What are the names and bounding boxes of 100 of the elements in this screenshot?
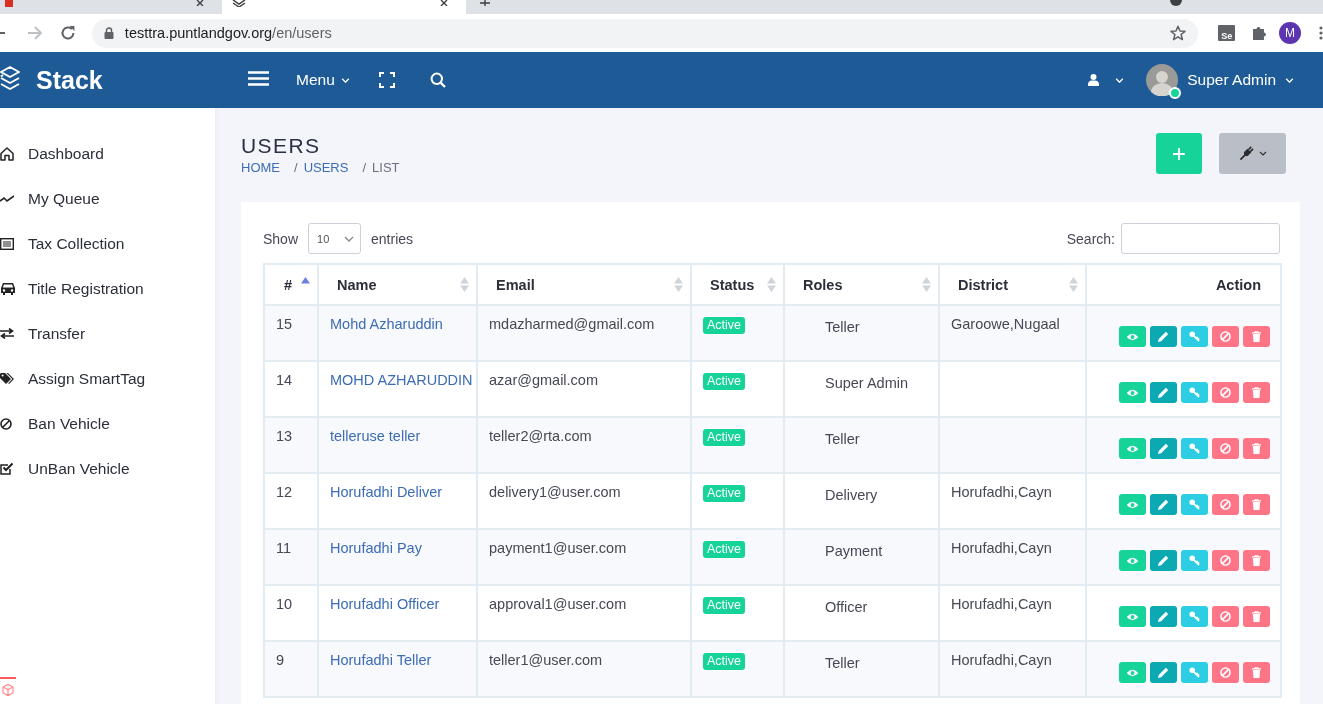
- ban-button[interactable]: [1212, 550, 1239, 571]
- delete-button[interactable]: [1243, 550, 1270, 571]
- eye-icon: [1126, 556, 1139, 565]
- key-button[interactable]: [1181, 494, 1208, 515]
- column-header[interactable]: Name: [337, 276, 377, 293]
- menu-icon[interactable]: [248, 70, 269, 86]
- delete-button[interactable]: [1243, 438, 1270, 459]
- page-size-select[interactable]: 10: [308, 223, 362, 254]
- pencil-icon: [1158, 667, 1169, 678]
- cube-icon[interactable]: [0, 677, 16, 704]
- edit-button[interactable]: [1150, 606, 1177, 627]
- column-header[interactable]: #: [284, 276, 293, 293]
- sidebar-item[interactable]: Title Registration: [0, 266, 215, 311]
- column-header[interactable]: Email: [496, 276, 535, 293]
- extension-icon[interactable]: Se: [1218, 25, 1236, 41]
- view-button[interactable]: [1119, 606, 1146, 627]
- user-profile-button[interactable]: Super Admin: [1146, 64, 1294, 96]
- home-icon: [0, 146, 14, 161]
- sidebar-item[interactable]: Dashboard: [0, 131, 215, 176]
- breadcrumb-link[interactable]: HOME: [241, 159, 280, 176]
- lock-icon: [103, 27, 114, 39]
- search-icon[interactable]: [429, 72, 446, 88]
- key-button[interactable]: [1181, 550, 1208, 571]
- forward-arrow-icon[interactable]: [27, 25, 43, 41]
- sidebar-item[interactable]: Assign SmartTag: [0, 356, 215, 401]
- sort-icon[interactable]: [1069, 277, 1078, 292]
- add-button[interactable]: [1156, 133, 1202, 174]
- edit-button[interactable]: [1150, 550, 1177, 571]
- edit-button[interactable]: [1150, 326, 1177, 347]
- sort-icon[interactable]: [674, 277, 683, 292]
- user-name-link[interactable]: Horufadhi Officer: [330, 596, 440, 612]
- edit-button[interactable]: [1150, 662, 1177, 683]
- view-button[interactable]: [1119, 662, 1146, 683]
- sidebar-item[interactable]: Transfer: [0, 311, 215, 356]
- ban-button[interactable]: [1212, 662, 1239, 683]
- sort-icon[interactable]: [922, 277, 931, 292]
- delete-button[interactable]: [1243, 494, 1270, 515]
- key-button[interactable]: [1181, 438, 1208, 459]
- address-bar[interactable]: testtra.puntlandgov.org/en/users: [91, 18, 1199, 48]
- more-icon[interactable]: [1319, 25, 1323, 41]
- eye-icon: [1126, 668, 1139, 677]
- edit-button[interactable]: [1150, 382, 1177, 403]
- sort-icon[interactable]: [460, 277, 469, 292]
- sort-icon[interactable]: [767, 277, 776, 292]
- delete-button[interactable]: [1243, 606, 1270, 627]
- sidebar-item[interactable]: My Queue: [0, 176, 215, 221]
- key-icon: [1189, 499, 1200, 510]
- reload-icon[interactable]: [59, 25, 76, 41]
- sidebar-item[interactable]: Tax Collection: [0, 221, 215, 266]
- key-button[interactable]: [1181, 382, 1208, 403]
- plug-dropdown-button[interactable]: [1219, 133, 1286, 174]
- user-name-link[interactable]: Horufadhi Teller: [330, 652, 432, 668]
- edit-button[interactable]: [1150, 494, 1177, 515]
- delete-button[interactable]: [1243, 662, 1270, 683]
- ban-button[interactable]: [1212, 494, 1239, 515]
- account-dropdown[interactable]: [1088, 74, 1125, 86]
- key-icon: [1189, 667, 1200, 678]
- status-badge: Active: [703, 597, 746, 614]
- status-badge: Active: [703, 317, 746, 334]
- fullscreen-icon[interactable]: [378, 72, 395, 88]
- ban-button[interactable]: [1212, 382, 1239, 403]
- menu-button[interactable]: Menu: [296, 71, 350, 89]
- close-icon[interactable]: [440, 0, 450, 6]
- view-button[interactable]: [1119, 438, 1146, 459]
- key-button[interactable]: [1181, 326, 1208, 347]
- trash-icon: [1252, 555, 1261, 566]
- search-label: Search:: [1066, 230, 1115, 247]
- view-button[interactable]: [1119, 382, 1146, 403]
- plug-icon: [1238, 146, 1254, 161]
- close-icon[interactable]: [196, 0, 206, 6]
- delete-button[interactable]: [1243, 382, 1270, 403]
- key-button[interactable]: [1181, 606, 1208, 627]
- ban-button[interactable]: [1212, 438, 1239, 459]
- profile-button[interactable]: M: [1279, 22, 1302, 44]
- view-button[interactable]: [1119, 326, 1146, 347]
- brand-name[interactable]: Stack: [36, 65, 103, 95]
- user-name-link[interactable]: Horufadhi Pay: [330, 540, 422, 556]
- search-field[interactable]: [1121, 223, 1280, 254]
- ban-button[interactable]: [1212, 326, 1239, 347]
- sidebar-item[interactable]: UnBan Vehicle: [0, 446, 215, 491]
- sidebar-item[interactable]: Ban Vehicle: [0, 401, 215, 446]
- key-button[interactable]: [1181, 662, 1208, 683]
- star-icon[interactable]: [1170, 25, 1187, 41]
- column-header[interactable]: Roles: [803, 276, 843, 293]
- key-icon: [1189, 331, 1200, 342]
- edit-button[interactable]: [1150, 438, 1177, 459]
- puzzle-icon[interactable]: [1251, 25, 1268, 41]
- pencil-icon: [1158, 387, 1169, 398]
- chevron-down-icon: [1258, 151, 1267, 156]
- view-button[interactable]: [1119, 494, 1146, 515]
- ban-button[interactable]: [1212, 606, 1239, 627]
- trash-icon: [1252, 667, 1261, 678]
- arrows-icon: [0, 328, 14, 339]
- column-header[interactable]: District: [958, 276, 1008, 293]
- plus-icon[interactable]: [480, 0, 490, 6]
- breadcrumb-link[interactable]: USERS: [303, 159, 349, 176]
- entries-label: entries: [371, 230, 414, 247]
- view-button[interactable]: [1119, 550, 1146, 571]
- delete-button[interactable]: [1243, 326, 1270, 347]
- user-name-link[interactable]: telleruse teller: [330, 428, 421, 444]
